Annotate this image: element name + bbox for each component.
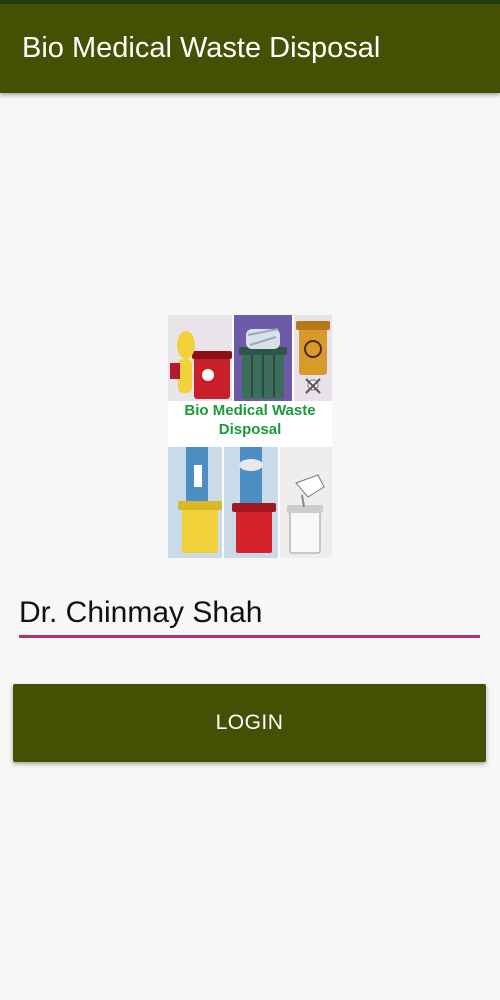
app-logo-image: Bio Medical Waste Disposal: [168, 315, 332, 558]
app-title: Bio Medical Waste Disposal: [22, 32, 381, 64]
app-bar: Bio Medical Waste Disposal: [0, 4, 500, 93]
doctor-name-input[interactable]: [19, 590, 480, 638]
login-button[interactable]: LOGIN: [13, 684, 486, 762]
logo-caption-line2: Disposal: [218, 421, 282, 438]
logo-caption: Bio Medical Waste Disposal: [168, 401, 332, 447]
logo-caption-line1: Bio Medical Waste: [184, 402, 316, 419]
